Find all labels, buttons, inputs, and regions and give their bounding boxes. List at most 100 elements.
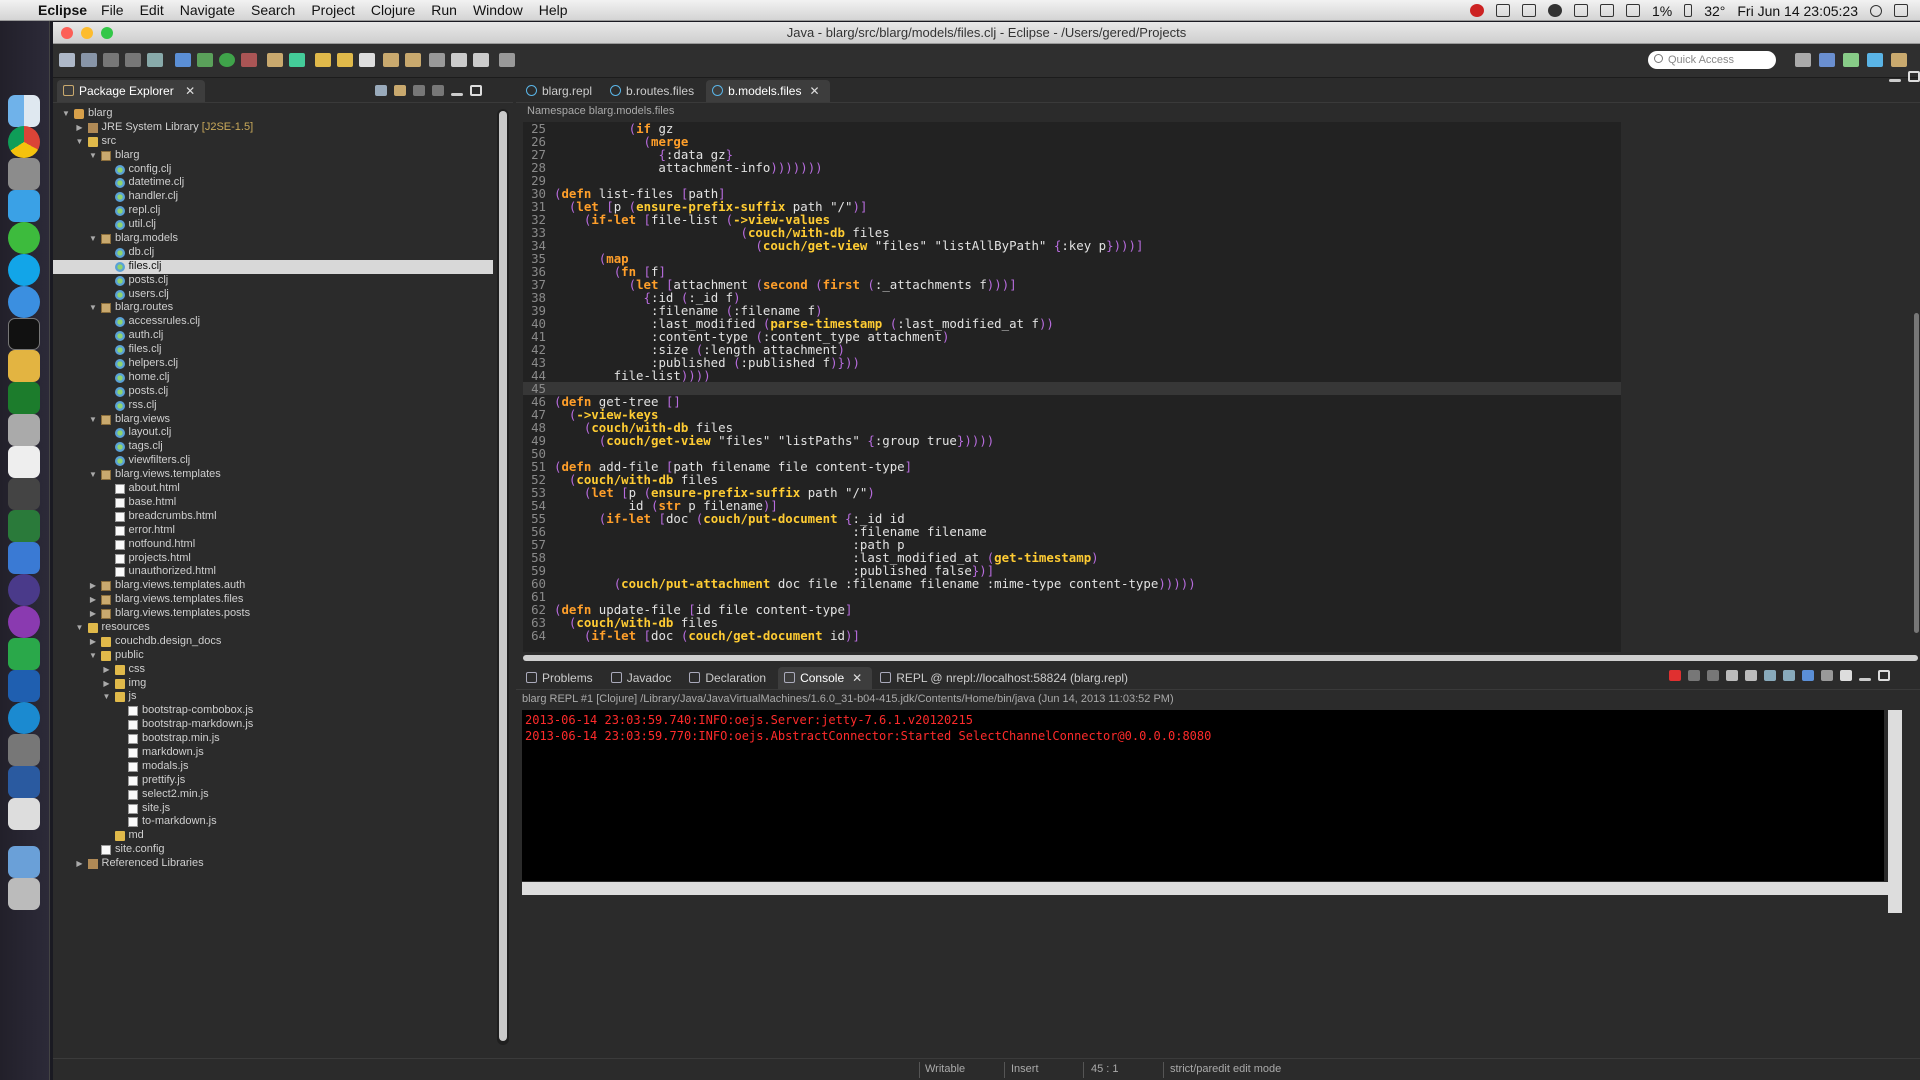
- menu-help[interactable]: Help: [539, 2, 568, 18]
- terminal-icon[interactable]: [8, 318, 40, 350]
- back-icon[interactable]: [429, 53, 445, 67]
- tree-item[interactable]: auth.clj: [53, 329, 493, 343]
- minimize-console-icon[interactable]: [1859, 678, 1871, 681]
- bottom-tab[interactable]: Declaration: [683, 667, 776, 689]
- trash-icon[interactable]: [8, 878, 40, 910]
- zoom-window-button[interactable]: [101, 27, 113, 39]
- tree-item[interactable]: ▼ resources: [53, 621, 493, 635]
- tree-item[interactable]: ▶ blarg.views.templates.files: [53, 593, 493, 607]
- minimize-window-button[interactable]: [81, 27, 93, 39]
- notification-center-icon[interactable]: [1894, 4, 1908, 17]
- tree-item[interactable]: db.clj: [53, 246, 493, 260]
- bottom-tab[interactable]: Javadoc: [605, 667, 682, 689]
- tree-item[interactable]: ▼ public: [53, 649, 493, 663]
- tree-item[interactable]: ▼ blarg.routes: [53, 301, 493, 315]
- tree-item[interactable]: posts.clj: [53, 274, 493, 288]
- expanded-twisty-icon[interactable]: ▼: [88, 649, 98, 663]
- tree-item[interactable]: bootstrap.min.js: [53, 732, 493, 746]
- collapsed-twisty-icon[interactable]: ▶: [102, 663, 112, 677]
- open-perspective-icon[interactable]: [1795, 53, 1811, 67]
- tree-item[interactable]: viewfilters.clj: [53, 454, 493, 468]
- tree-item[interactable]: ▼ blarg: [53, 107, 493, 121]
- editor-scrollbar-thumb[interactable]: [1914, 313, 1919, 633]
- display-icon[interactable]: [1599, 4, 1614, 17]
- tree-item[interactable]: rss.clj: [53, 399, 493, 413]
- print-icon[interactable]: [125, 53, 141, 67]
- pin-editor-icon[interactable]: [499, 53, 515, 67]
- window-icon[interactable]: [1521, 4, 1536, 17]
- code-line[interactable]: 45: [523, 382, 1621, 395]
- clear-console-icon[interactable]: [1726, 670, 1738, 681]
- tree-item[interactable]: ▼ blarg.views.templates: [53, 468, 493, 482]
- collapsed-twisty-icon[interactable]: ▶: [88, 635, 98, 649]
- chrome-icon[interactable]: [8, 126, 40, 158]
- run-icon[interactable]: [219, 53, 235, 67]
- console-horizontal-scrollbar[interactable]: [522, 882, 1902, 895]
- tree-item[interactable]: ▶ css: [53, 663, 493, 677]
- preview-icon[interactable]: [8, 798, 40, 830]
- intellij-icon[interactable]: [8, 670, 40, 702]
- tree-item[interactable]: modals.js: [53, 760, 493, 774]
- code-line[interactable]: 28 attachment-info))))))): [523, 161, 1621, 174]
- tree-item[interactable]: ▶ Referenced Libraries: [53, 857, 493, 871]
- maximize-editor-icon[interactable]: [1908, 71, 1920, 82]
- expanded-twisty-icon[interactable]: ▼: [88, 468, 98, 482]
- new-icon[interactable]: [59, 53, 75, 67]
- focus-icon[interactable]: [413, 85, 425, 96]
- menu-run[interactable]: Run: [431, 2, 457, 18]
- code-line[interactable]: 35 (map: [523, 252, 1621, 265]
- tree-item[interactable]: ▼ js: [53, 690, 493, 704]
- new-package-icon[interactable]: [267, 53, 283, 67]
- save-icon[interactable]: [81, 53, 97, 67]
- menu-clojure[interactable]: Clojure: [371, 2, 415, 18]
- menu-search[interactable]: Search: [251, 2, 295, 18]
- tree-item[interactable]: repl.clj: [53, 204, 493, 218]
- expanded-twisty-icon[interactable]: ▼: [88, 149, 98, 163]
- tree-item[interactable]: users.clj: [53, 288, 493, 302]
- tree-scrollbar-thumb[interactable]: [499, 111, 507, 1041]
- tree-item[interactable]: base.html: [53, 496, 493, 510]
- tree-item[interactable]: datetime.clj: [53, 176, 493, 190]
- expanded-twisty-icon[interactable]: ▼: [88, 232, 98, 246]
- spotlight-icon[interactable]: [1870, 4, 1882, 17]
- sublime-icon[interactable]: [8, 478, 40, 510]
- prev-annotation-icon[interactable]: [405, 53, 421, 67]
- expanded-twisty-icon[interactable]: ▼: [102, 690, 112, 704]
- git-perspective-icon[interactable]: [1891, 53, 1907, 67]
- tree-item[interactable]: projects.html: [53, 552, 493, 566]
- tree-item[interactable]: markdown.js: [53, 746, 493, 760]
- show-console-output-icon[interactable]: [1783, 670, 1795, 681]
- battery-percent[interactable]: 1%: [1652, 3, 1672, 19]
- menu-edit[interactable]: Edit: [140, 2, 164, 18]
- display-console-icon[interactable]: [1821, 670, 1833, 681]
- dropbox-icon[interactable]: [1495, 4, 1510, 17]
- tree-item[interactable]: ▼ blarg: [53, 149, 493, 163]
- open-file-icon[interactable]: [337, 53, 353, 67]
- cpu-icon[interactable]: [1625, 4, 1640, 17]
- menu-file[interactable]: File: [101, 2, 124, 18]
- tree-item[interactable]: bootstrap-combobox.js: [53, 704, 493, 718]
- temperature-readout[interactable]: 32°: [1704, 3, 1725, 19]
- pin-console-icon[interactable]: [1802, 670, 1814, 681]
- tree-item[interactable]: site.config: [53, 843, 493, 857]
- open-console-icon[interactable]: [1840, 670, 1852, 681]
- run-debug-icon[interactable]: [197, 53, 213, 67]
- code-line[interactable]: 34 (couch/get-view "files" "listAllByPat…: [523, 239, 1621, 252]
- xcode-icon[interactable]: [8, 542, 40, 574]
- quick-access-input[interactable]: Quick Access: [1648, 51, 1776, 69]
- tree-item[interactable]: files.clj: [53, 343, 493, 357]
- edit-icon[interactable]: [359, 53, 375, 67]
- tab-package-explorer[interactable]: Package Explorer ✕: [57, 80, 206, 102]
- tree-item[interactable]: to-markdown.js: [53, 815, 493, 829]
- code-line[interactable]: 46 (defn get-tree []: [523, 395, 1621, 408]
- tree-item[interactable]: ▶ blarg.views.templates.posts: [53, 607, 493, 621]
- close-icon[interactable]: ✕: [809, 84, 819, 98]
- maximize-console-icon[interactable]: [1878, 670, 1890, 681]
- textedit-icon[interactable]: [8, 446, 40, 478]
- xmind-icon[interactable]: [8, 606, 40, 638]
- tree-item[interactable]: config.clj: [53, 163, 493, 177]
- tree-item[interactable]: posts.clj: [53, 385, 493, 399]
- scroll-lock-icon[interactable]: [1745, 670, 1757, 681]
- tree-item[interactable]: handler.clj: [53, 190, 493, 204]
- tree-item[interactable]: ▶ img: [53, 677, 493, 691]
